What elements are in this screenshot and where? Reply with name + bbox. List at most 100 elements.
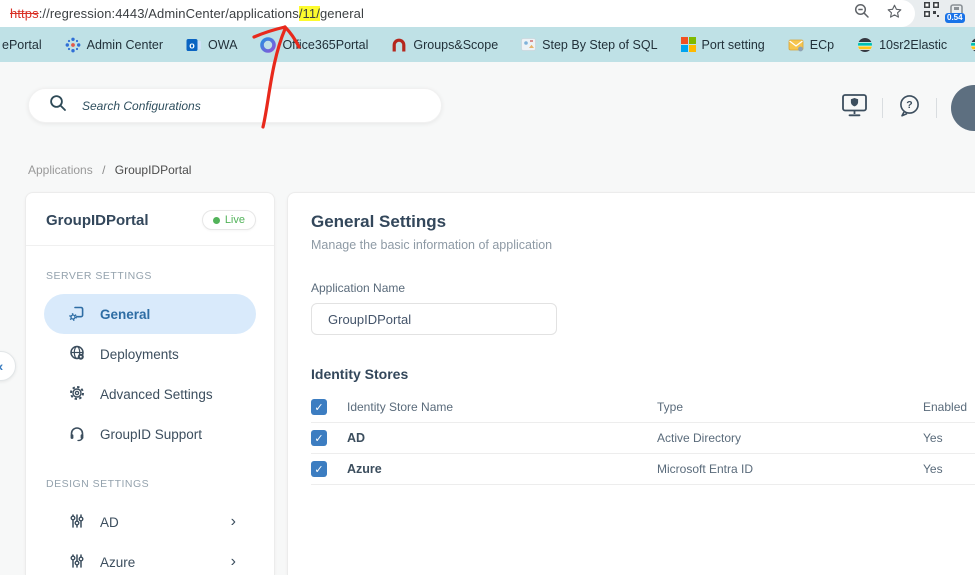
bookmark-star-icon[interactable] (886, 3, 903, 25)
sidebar-item-label: General (100, 306, 151, 322)
headset-icon (68, 424, 86, 445)
identity-store-enabled: Yes (923, 462, 943, 476)
identity-store-name: Azure (347, 462, 382, 476)
row-checkbox[interactable]: ✓ (311, 461, 327, 477)
breadcrumb-separator: / (102, 163, 106, 177)
table-row: ✓ AD Active Directory Yes (311, 423, 975, 454)
select-all-checkbox[interactable]: ✓ (311, 399, 327, 415)
header-actions: ? (841, 85, 975, 131)
bookmark-item[interactable]: Office365Portal (260, 36, 369, 53)
browser-window: https://regression:4443/AdminCenter/appl… (0, 0, 975, 575)
sidebar-item-groupid-support[interactable]: GroupID Support (44, 414, 256, 454)
page-subtitle: Manage the basic information of applicat… (311, 238, 553, 252)
bookmark-label: ePortal (2, 37, 42, 52)
sidebar-item-ad-design[interactable]: AD › (44, 502, 256, 542)
bookmark-item[interactable]: Admin Center (65, 37, 163, 53)
url-main: ://regression:4443/AdminCenter/applicati… (38, 6, 299, 21)
general-settings-panel: General Settings Manage the basic inform… (287, 192, 975, 575)
microsoft-icon (680, 37, 696, 52)
column-header-name: Identity Store Name (347, 400, 454, 414)
user-avatar[interactable] (951, 85, 975, 131)
bookmark-label: OWA (208, 37, 238, 52)
divider (882, 98, 883, 118)
help-icon[interactable]: ? (897, 93, 922, 123)
search-input[interactable] (80, 88, 441, 123)
breadcrumb-current: GroupIDPortal (114, 163, 192, 177)
url-suffix: general (319, 6, 365, 21)
identity-store-type: Microsoft Entra ID (657, 462, 754, 476)
sliders-icon (68, 552, 86, 573)
bookmark-label: Groups&Scope (413, 37, 499, 52)
chevron-right-icon[interactable]: › (231, 553, 236, 571)
office365-icon (260, 36, 277, 53)
bookmark-item[interactable]: Elastic search (970, 37, 975, 53)
sidebar-item-label: Deployments (100, 346, 179, 362)
admin-center-icon (65, 37, 81, 53)
application-sidebar: GroupIDPortal Live SERVER SETTINGS Gener… (25, 192, 275, 575)
bookmark-item[interactable]: Port setting (680, 37, 765, 52)
remote-desktop-icon[interactable] (841, 93, 868, 123)
identity-stores-table: ✓ Identity Store Name Type Enabled ✓ AD … (311, 392, 975, 485)
groups-scope-icon (391, 37, 407, 53)
address-bar[interactable]: https://regression:4443/AdminCenter/appl… (0, 0, 915, 27)
chevron-left-icon: ‹ (0, 358, 3, 374)
application-name-input[interactable] (311, 303, 557, 335)
sidebar-item-label: AD (100, 514, 119, 530)
sidebar-header: GroupIDPortal Live (26, 193, 274, 246)
url-scheme: https (10, 6, 39, 21)
deployments-icon (68, 344, 86, 365)
extension-icon[interactable]: 0.54 (945, 2, 967, 26)
search-bar[interactable] (28, 88, 442, 123)
zoom-out-icon[interactable] (854, 3, 870, 24)
divider (936, 98, 937, 118)
bookmark-item[interactable]: ECp (788, 37, 834, 53)
mail-icon (788, 37, 804, 53)
bookmark-label: Port setting (701, 37, 765, 52)
design-settings-section-label: DESIGN SETTINGS (46, 478, 150, 490)
url-text: https://regression:4443/AdminCenter/appl… (10, 6, 364, 21)
column-header-type: Type (657, 400, 684, 414)
server-settings-section-label: SERVER SETTINGS (46, 270, 152, 282)
bookmark-label: ECp (809, 37, 835, 52)
gear-icon (68, 384, 86, 405)
status-dot (212, 216, 220, 224)
application-name: GroupIDPortal (46, 211, 149, 229)
bookmark-item[interactable]: ePortal (2, 38, 42, 52)
identity-store-enabled: Yes (923, 431, 943, 445)
application-name-label: Application Name (311, 281, 406, 295)
bookmark-label: Admin Center (86, 37, 164, 52)
bookmark-item[interactable]: Groups&Scope (391, 37, 498, 53)
outlook-icon: o (186, 37, 202, 53)
bookmark-label: Office365Portal (282, 37, 369, 52)
bookmarks-bar: ePortal Admin Center o OWA Office365Port… (0, 27, 975, 62)
sidebar-item-label: GroupID Support (100, 426, 203, 442)
bookmark-item[interactable]: o OWA (186, 37, 237, 53)
sql-steps-icon (521, 37, 537, 52)
bookmark-item[interactable]: Step By Step of SQL (521, 37, 658, 52)
sidebar-item-azure-design[interactable]: Azure › (44, 542, 256, 575)
browser-toolbar: https://regression:4443/AdminCenter/appl… (0, 0, 975, 27)
identity-store-type: Active Directory (657, 431, 742, 445)
sidebar-item-deployments[interactable]: Deployments (44, 334, 256, 374)
identity-stores-title: Identity Stores (311, 366, 409, 382)
identity-store-name: AD (347, 431, 366, 445)
sidebar-item-advanced-settings[interactable]: Advanced Settings (44, 374, 256, 414)
svg-text:?: ? (906, 99, 912, 111)
status-badge: Live (201, 210, 256, 230)
elastic-icon (970, 37, 975, 53)
general-settings-icon (68, 304, 86, 325)
table-header-row: ✓ Identity Store Name Type Enabled (311, 392, 975, 423)
sidebar-item-label: Advanced Settings (100, 386, 213, 402)
extension-badge: 0.54 (945, 13, 965, 23)
qr-code-icon[interactable] (924, 2, 939, 22)
bookmark-item[interactable]: 10sr2Elastic (857, 37, 947, 53)
column-header-enabled: Enabled (923, 400, 968, 414)
sidebar-item-general[interactable]: General (44, 294, 256, 334)
breadcrumb: Applications / GroupIDPortal (28, 163, 191, 177)
search-icon (49, 94, 67, 117)
chevron-right-icon[interactable]: › (231, 513, 236, 531)
breadcrumb-applications[interactable]: Applications (28, 163, 93, 177)
row-checkbox[interactable]: ✓ (311, 430, 327, 446)
url-highlighted-segment: /11/ (298, 6, 320, 21)
bookmark-label: Step By Step of SQL (542, 37, 658, 52)
